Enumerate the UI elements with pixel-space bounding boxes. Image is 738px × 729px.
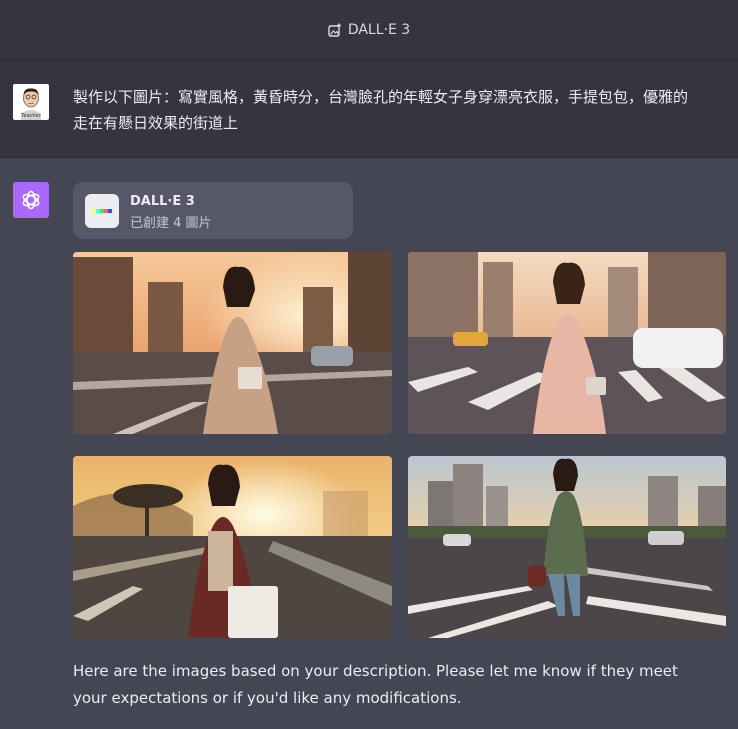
- avatar-label: Teacher: [21, 113, 41, 119]
- generated-image-3[interactable]: [73, 456, 392, 638]
- user-message-text: 製作以下圖片：寫實風格，黃昏時分，台灣臉孔的年輕女子身穿漂亮衣服，手提包包，優雅…: [73, 88, 689, 132]
- assistant-reply-text: Here are the images based on your descri…: [73, 662, 678, 707]
- model-title[interactable]: DALL·E 3: [348, 22, 410, 38]
- image-plus-icon: [328, 23, 342, 37]
- user-avatar: Teacher: [13, 84, 49, 120]
- top-bar: DALL·E 3: [0, 0, 738, 60]
- openai-logo-icon: [22, 190, 40, 210]
- tool-card-status: 已創建 4 圖片: [130, 216, 212, 231]
- generated-image-1[interactable]: [73, 252, 392, 434]
- tool-card-title: DALL·E 3: [130, 194, 195, 209]
- dalle-tool-card[interactable]: DALL·E 3 已創建 4 圖片: [73, 182, 353, 239]
- generated-image-2[interactable]: [408, 252, 726, 434]
- dalle-logo-icon: [85, 194, 119, 228]
- generated-image-4[interactable]: [408, 456, 726, 638]
- assistant-avatar: [13, 182, 49, 218]
